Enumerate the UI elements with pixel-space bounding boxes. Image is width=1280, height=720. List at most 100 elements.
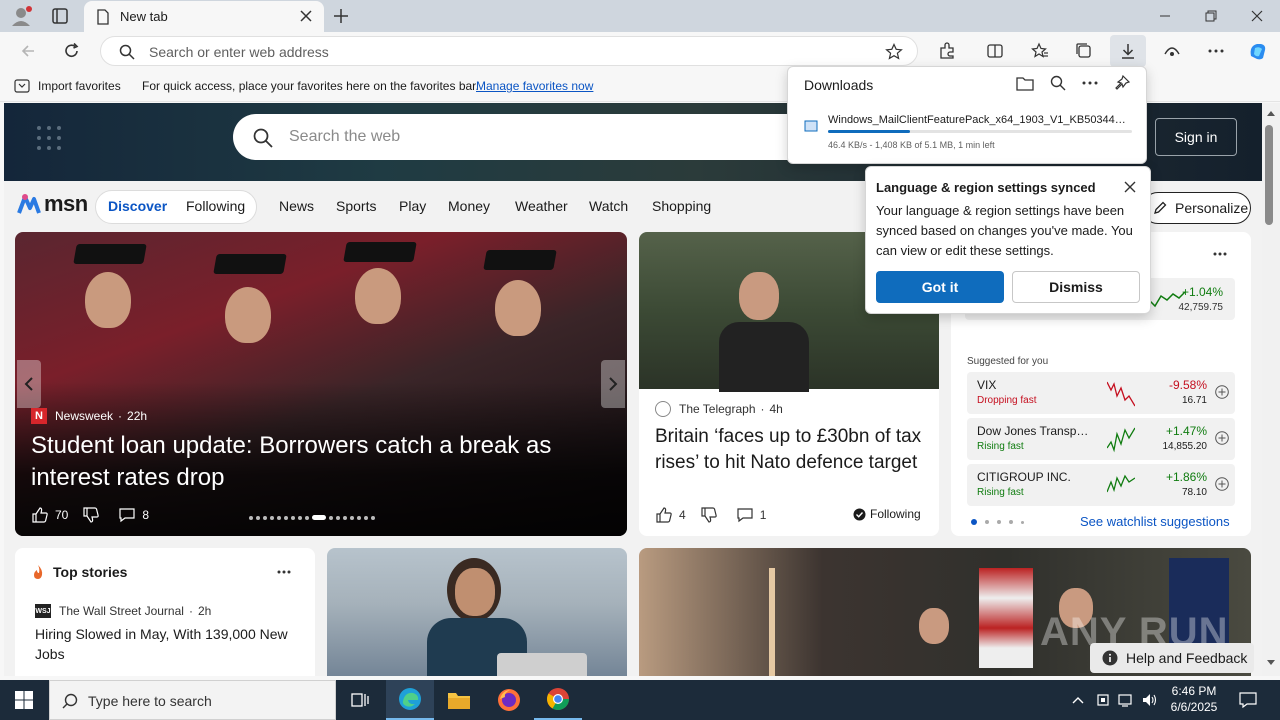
tab-new-tab[interactable]: New tab [84,1,324,32]
top-stories-more-icon[interactable] [277,570,291,574]
firefox-icon[interactable] [485,680,533,720]
taskbar-clock[interactable]: 6:46 PM 6/6/2025 [1164,683,1224,715]
comment-icon[interactable] [736,506,754,524]
stock-row-vix[interactable]: VIX Dropping fast -9.58% 16.71 [967,372,1235,414]
carousel-prev-icon[interactable] [17,360,41,408]
person-face [495,280,541,336]
downloads-icon[interactable] [1110,35,1146,67]
apps-grid-icon[interactable] [34,123,64,153]
dislike-icon[interactable] [700,506,718,524]
light [769,568,775,676]
open-folder-icon[interactable] [1016,75,1034,91]
new-tab-icon[interactable] [330,6,352,26]
volume-icon[interactable] [1138,680,1162,720]
nav-money[interactable]: Money [448,198,490,214]
top-stories-source-row: WSJ The Wall Street Journal · 2h [35,604,212,618]
web-search-placeholder: Search the web [289,128,401,145]
help-feedback-button[interactable]: Help and Feedback [1090,643,1254,673]
nav-sports[interactable]: Sports [336,198,376,214]
dislike-icon[interactable] [82,506,100,524]
msn-logo[interactable]: msn [16,191,88,217]
chrome-icon[interactable] [534,680,582,720]
stock-row-dow-transports[interactable]: Dow Jones Transp… Rising fast +1.47% 14,… [967,418,1235,460]
close-window-icon[interactable] [1234,0,1280,32]
telegraph-likes: 4 [679,508,686,522]
comment-icon[interactable] [118,506,136,524]
nav-weather[interactable]: Weather [515,198,568,214]
split-screen-icon[interactable] [979,36,1011,66]
close-popup-icon[interactable] [1124,181,1136,193]
person-face [455,568,495,616]
address-bar[interactable]: Search or enter web address [100,36,918,66]
telegraph-headline[interactable]: Britain ‘faces up to £30bn of tax rises’… [655,424,927,476]
minimize-icon[interactable] [1142,0,1188,32]
dismiss-button[interactable]: Dismiss [1012,271,1140,303]
top-stories-age: 2h [197,604,212,618]
taskbar-search-icon [62,693,78,709]
add-watchlist-icon[interactable] [1215,385,1229,399]
copilot-icon[interactable] [1242,36,1274,66]
file-explorer-icon[interactable] [435,680,483,720]
woman-laptop-card[interactable] [327,548,627,676]
sign-in-button[interactable]: Sign in [1155,118,1237,156]
more-menu-icon[interactable] [1200,36,1232,66]
scroll-thumb[interactable] [1265,125,1273,225]
nav-news[interactable]: News [279,198,314,214]
import-icon [14,79,30,93]
collections-icon[interactable] [1068,36,1100,66]
tab-actions-icon[interactable] [48,6,72,26]
pin-icon[interactable] [1114,75,1130,91]
personalize-button[interactable]: Personalize [1142,192,1251,224]
performance-icon[interactable] [1156,36,1188,66]
close-tab-icon[interactable] [300,10,312,22]
downloads-more-icon[interactable] [1082,81,1098,85]
taskbar-search-box[interactable]: Type here to search [49,680,336,720]
add-watchlist-icon[interactable] [1215,431,1229,445]
add-watchlist-icon[interactable] [1215,477,1229,491]
got-it-button[interactable]: Got it [876,271,1004,303]
downloads-search-icon[interactable] [1050,75,1066,91]
restore-icon[interactable] [1188,0,1234,32]
nav-play[interactable]: Play [399,198,426,214]
scroll-up-icon[interactable] [1266,109,1276,117]
profile-icon[interactable] [8,4,34,28]
windows-start-icon[interactable] [0,680,48,720]
nav-shopping[interactable]: Shopping [652,198,711,214]
import-favorites-button[interactable]: Import favorites [38,79,121,93]
watchlist-link[interactable]: See watchlist suggestions [1080,514,1230,529]
following-badge[interactable]: Following [853,507,921,521]
like-icon[interactable] [31,506,49,524]
markets-more-icon[interactable] [1213,252,1227,256]
main-story-card[interactable]: N Newsweek · 22h Student loan update: Bo… [15,232,627,536]
clock-time: 6:46 PM [1171,684,1217,698]
extensions-icon[interactable] [931,36,963,66]
back-icon[interactable] [12,36,44,66]
manage-favorites-link[interactable]: Manage favorites now [476,79,593,93]
task-view-icon[interactable] [336,680,384,720]
person-face [225,287,271,343]
person-face [355,268,401,324]
main-story-headline[interactable]: Student loan update: Borrowers catch a b… [31,430,601,494]
language-sync-popup: Language & region settings synced Your l… [865,166,1151,314]
scroll-down-icon[interactable] [1266,659,1276,667]
refresh-icon[interactable] [56,36,88,66]
show-hidden-icons[interactable] [1066,680,1090,720]
markets-pager-dots[interactable] [971,519,1024,525]
edge-taskbar-icon[interactable] [386,680,434,720]
notifications-icon[interactable] [1226,680,1270,720]
favorites-icon[interactable] [1024,36,1056,66]
carousel-next-icon[interactable] [601,360,625,408]
top-stories-header: Top stories [31,564,127,580]
security-tray-icon[interactable] [1092,680,1114,720]
nav-discover[interactable]: Discover [108,198,167,214]
favorite-star-icon[interactable] [885,43,903,61]
download-file-name[interactable]: Windows_MailClientFeaturePack_x64_1903_V… [828,114,1126,126]
nav-watch[interactable]: Watch [589,198,628,214]
web-search-box[interactable]: Search the web [233,114,833,160]
network-icon[interactable] [1114,680,1138,720]
top-stories-headline[interactable]: Hiring Slowed in May, With 139,000 New J… [35,624,305,664]
telegraph-comments: 1 [759,508,767,522]
nav-following[interactable]: Following [186,198,245,214]
like-icon[interactable] [655,506,673,524]
stock-row-citigroup[interactable]: CITIGROUP INC. Rising fast +1.86% 78.10 [967,464,1235,506]
